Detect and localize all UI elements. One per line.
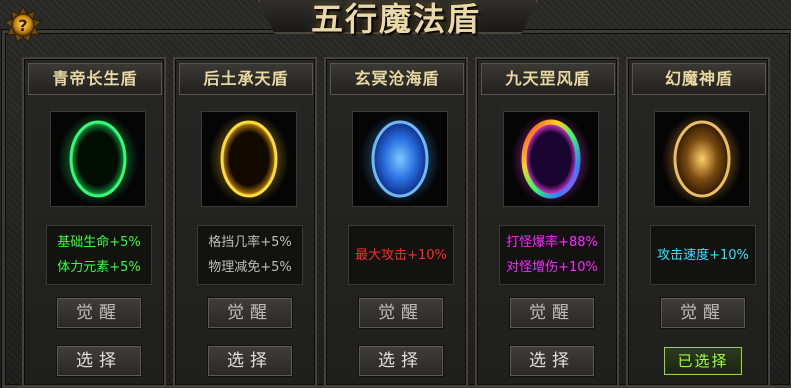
amber-shield-orb-icon — [654, 111, 750, 207]
awaken-button[interactable]: 觉醒 — [660, 297, 746, 329]
shield-name: 九天罡风盾 — [481, 63, 615, 95]
stat-line: 体力元素+5% — [57, 260, 141, 275]
stat-box: 格挡几率+5% 物理减免+5% — [197, 225, 303, 285]
awaken-button[interactable]: 觉醒 — [207, 297, 293, 329]
awaken-button[interactable]: 觉醒 — [56, 297, 142, 329]
stat-box: 打怪爆率+88% 对怪增伤+10% — [499, 225, 605, 285]
shield-name: 青帝长生盾 — [28, 63, 162, 95]
shield-card: 后土承天盾 格挡几率+5% 物理减免+5% 觉醒选择 — [173, 57, 317, 387]
shield-card: 幻魔神盾 攻击速度+10% 觉醒已选择 — [626, 57, 770, 387]
shield-card: 玄冥沧海盾 最大攻击+10% 觉醒选择 — [324, 57, 468, 387]
blue-shield-orb-icon — [352, 111, 448, 207]
selected-badge[interactable]: 已选择 — [664, 347, 742, 375]
select-button[interactable]: 选择 — [509, 345, 595, 377]
stat-box: 基础生命+5% 体力元素+5% — [46, 225, 152, 285]
shield-name: 幻魔神盾 — [632, 63, 766, 95]
awaken-button[interactable]: 觉醒 — [509, 297, 595, 329]
rainbow-shield-orb-icon — [503, 111, 599, 207]
select-button[interactable]: 选择 — [358, 345, 444, 377]
shield-name: 玄冥沧海盾 — [330, 63, 464, 95]
page-title: 五行魔法盾 — [310, 0, 481, 38]
stat-line: 攻击速度+10% — [657, 247, 749, 263]
stat-line: 对怪增伤+10% — [506, 260, 598, 275]
shield-name: 后土承天盾 — [179, 63, 313, 95]
select-button[interactable]: 选择 — [56, 345, 142, 377]
stat-line: 打怪爆率+88% — [506, 235, 598, 250]
stat-box: 攻击速度+10% — [650, 225, 756, 285]
awaken-button[interactable]: 觉醒 — [358, 297, 444, 329]
stat-line: 最大攻击+10% — [355, 247, 447, 263]
stat-box: 最大攻击+10% — [348, 225, 454, 285]
stat-line: 基础生命+5% — [57, 235, 141, 250]
stat-line: 物理减免+5% — [208, 260, 292, 275]
select-button[interactable]: 选择 — [207, 345, 293, 377]
green-shield-orb-icon — [50, 111, 146, 207]
stat-line: 格挡几率+5% — [208, 235, 292, 250]
shield-card: 九天罡风盾 打怪爆率+88% 对怪增伤+10% 觉醒选择 — [475, 57, 619, 387]
question-mark-icon[interactable]: ? — [4, 5, 42, 44]
shield-card: 青帝长生盾 基础生命+5% 体力元素+5% 觉醒选择 — [22, 57, 166, 387]
svg-text:?: ? — [18, 16, 27, 35]
gold-shield-orb-icon — [201, 111, 297, 207]
